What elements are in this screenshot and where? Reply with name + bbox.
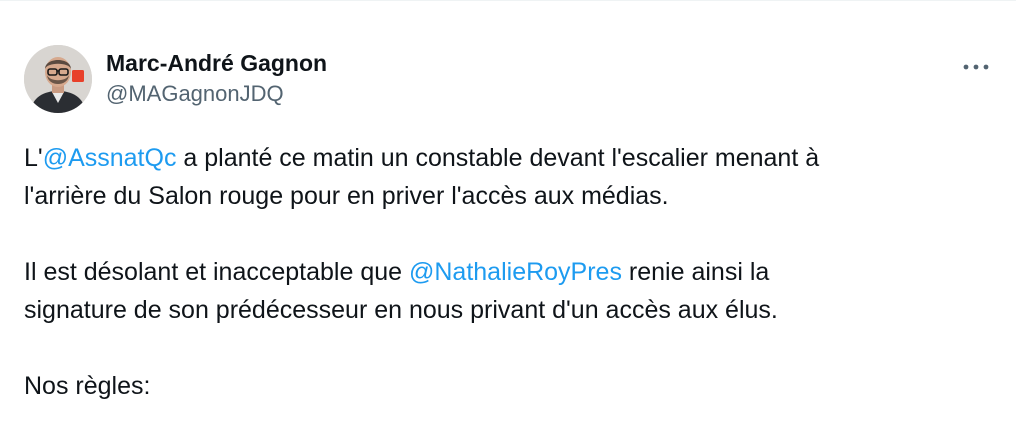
text-segment: signature de son prédécesseur en nous pr…: [24, 296, 778, 324]
tweet-paragraph-1: L'@AssnatQc a planté ce matin un constab…: [24, 139, 964, 215]
avatar[interactable]: [24, 45, 92, 113]
tweet-header: Marc-André Gagnon @MAGagnonJDQ: [24, 45, 992, 113]
tweet-paragraph-3: Nos règles:: [24, 367, 964, 405]
avatar-photo: [24, 45, 92, 113]
author-display-name[interactable]: Marc-André Gagnon: [106, 49, 327, 77]
more-options-button[interactable]: [960, 59, 992, 75]
text-segment: l'arrière du Salon rouge pour en priver …: [24, 182, 669, 210]
mention-link-assnatqc[interactable]: @AssnatQc: [43, 144, 177, 172]
author-identity: Marc-André Gagnon @MAGagnonJDQ: [106, 49, 327, 109]
text-segment: renie ainsi la: [621, 258, 770, 286]
tweet-card: Marc-André Gagnon @MAGagnonJDQ L'@Assnat…: [0, 0, 1016, 436]
mention-link-nathalieroypres[interactable]: @NathalieRoyPres: [409, 258, 622, 286]
text-segment: Il est désolant et inacceptable que: [24, 258, 409, 286]
tweet-paragraph-2: Il est désolant et inacceptable que @Nat…: [24, 253, 964, 329]
text-segment: L': [24, 144, 43, 172]
text-segment: Nos règles:: [24, 372, 151, 400]
author-handle[interactable]: @MAGagnonJDQ: [106, 79, 327, 109]
tweet-text: L'@AssnatQc a planté ce matin un constab…: [24, 139, 964, 436]
text-segment: a planté ce matin un constable devant l'…: [176, 144, 820, 172]
more-horizontal-icon: [963, 64, 989, 70]
